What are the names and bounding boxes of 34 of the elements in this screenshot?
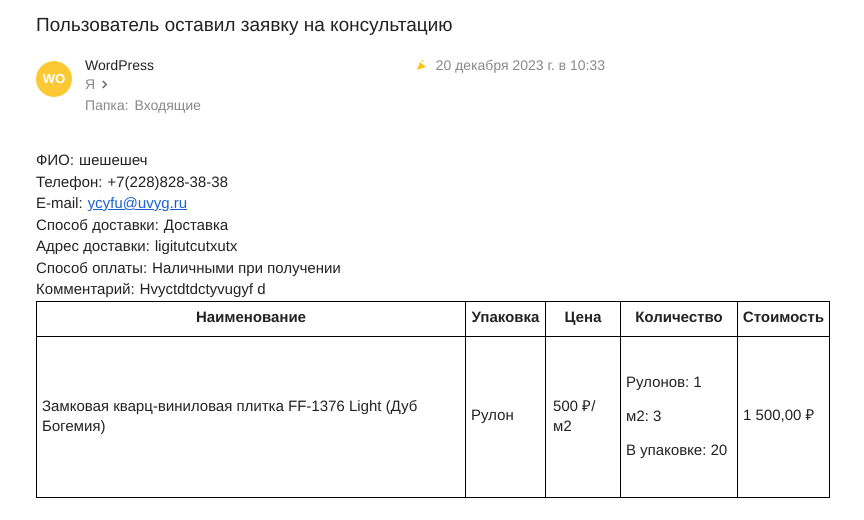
recipient[interactable]: Я [85, 74, 96, 94]
field-label: Комментарий: [36, 280, 135, 300]
table-cell: 500 ₽/ м2 [546, 336, 620, 497]
folder-name[interactable]: Входящие [134, 94, 201, 116]
field-value: Hvyctdtdctyvugyf d [140, 280, 266, 300]
column-header: Наименование [36, 301, 466, 336]
field-label: Способ доставки: [36, 216, 159, 236]
email-subject: Пользователь оставил заявку на консультацию [36, 14, 454, 38]
field-label: Телефон: [36, 172, 102, 192]
column-header: Стоимость [738, 301, 830, 336]
email-date: 20 декабря 2023 г. в 10:33 [436, 56, 605, 74]
table-cell: 1 500,00 ₽ [738, 336, 830, 497]
field-value: Наличными при получении [152, 258, 341, 278]
field-label: E-mail: [36, 194, 83, 214]
quantity-line: Рулонов: 1 [626, 372, 703, 392]
column-header: Цена [546, 301, 620, 336]
field-label: Адрес доставки: [36, 237, 150, 257]
field-value: +7(228)828-38-38 [107, 172, 228, 192]
sender-name[interactable]: WordPress [85, 56, 154, 74]
quantity-line: В упаковке: 20 [626, 440, 728, 460]
table-cell: Рулон [466, 336, 546, 497]
field-value: ligitutcutxutx [154, 237, 238, 257]
column-header: Количество [620, 301, 738, 336]
folder-label: Папка: [85, 96, 129, 115]
column-header: Упаковка [466, 301, 546, 336]
quantity-line: м2: 3 [626, 406, 662, 426]
field-value: шешешеч [79, 151, 148, 171]
field-label: Способ оплаты: [36, 258, 148, 278]
chevron-right-icon[interactable] [101, 80, 108, 88]
email-link[interactable]: ycyfu@uvyg.ru [88, 193, 188, 214]
field-value: Доставка [164, 216, 228, 236]
avatar: WO [36, 61, 72, 97]
field-label: ФИО: [36, 151, 74, 171]
table-cell: Замковая кварц-виниловая плитка FF-1376 Light (Дуб Богемия) [36, 336, 466, 497]
